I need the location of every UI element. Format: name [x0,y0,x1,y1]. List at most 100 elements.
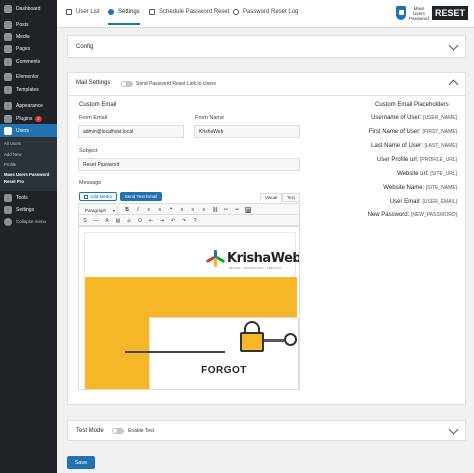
dashboard-icon [4,4,12,13]
plugin-tab-bar: User List Settings Schedule Password Res… [57,0,474,28]
submenu-mass-users-password[interactable]: Mass Users Password [4,172,49,177]
placeholder-row: New Password: [NEW_PASSWORD] [367,212,457,218]
editor-toolbar: Paragraph ▾ B I ≡ ≡ ❝ ≡ ≡ ≡ ⛓ ✂ ═ ▦ [78,203,300,215]
subject-field[interactable]: Reset Password [78,158,300,171]
email-heading: FORGOT [201,365,247,376]
submenu-profile[interactable]: Profile [4,162,16,167]
sidebar-item-pages[interactable]: Pages [0,42,57,55]
placeholder-row: Username of User: [USER_NAME] [371,115,457,121]
from-email-field[interactable]: admin@localhost.local [78,125,184,138]
enable-test-toggle[interactable] [112,428,124,434]
collapse-icon [4,217,12,226]
pin-icon [4,20,12,29]
sidebar-item-users[interactable]: Users [0,124,57,137]
submenu-reset-pro[interactable]: Reset Pro [4,179,24,184]
brush-icon [4,101,12,110]
key-icon [284,333,297,346]
placeholder-row: Website url: [SITE_URL] [397,171,457,177]
placeholder-row: Website Name: [SITE_NAME] [383,185,457,191]
tab-schedule-password-reset[interactable]: Schedule Password Reset [149,9,229,25]
tab-user-list[interactable]: User List [66,9,100,25]
placeholder-row: User Profile url: [PROFILE_URL] [377,157,457,163]
undo-icon[interactable]: ↶ [170,218,176,224]
send-reset-link-label: Send Password Reset Link to Users [136,81,217,87]
submenu-all-users[interactable]: All Users [4,141,21,146]
editor-toolbar-row-2: S — A ▤ ⌀ Ω ⇤ ⇥ ↶ ↷ ? [78,215,300,226]
sidebar-item-templates[interactable]: Templates [0,83,57,96]
subject-label: Subject [79,148,98,154]
sidebar-collapse-menu[interactable]: Collapse menu [0,215,57,228]
krishaweb-logo: KrishaWeb [205,250,299,267]
more-tag-icon[interactable]: ═ [234,207,240,213]
special-char-icon[interactable]: Ω [137,218,143,224]
tab-password-reset-log[interactable]: Password Reset Log [233,9,298,25]
toolbar-toggle-icon[interactable]: ▦ [245,207,251,214]
format-select[interactable]: Paragraph ▾ [82,206,118,214]
align-left-icon[interactable]: ≡ [179,207,185,213]
from-name-field[interactable]: KrishaWeb [194,125,300,138]
add-media-button[interactable]: Add Media [79,192,117,201]
outdent-icon[interactable]: ⇤ [148,218,154,224]
blockquote-icon[interactable]: ❝ [168,207,174,213]
test-mode-title: Test Mode [76,428,104,434]
bold-icon[interactable]: B [124,207,130,213]
italic-icon[interactable]: I [135,207,141,213]
panel-divider [68,95,465,96]
paste-text-icon[interactable]: ▤ [115,218,121,224]
media-icon [4,32,12,41]
chevron-down-icon[interactable] [448,40,459,51]
chevron-up-icon[interactable] [448,79,459,90]
strikethrough-icon[interactable]: S [82,218,88,224]
placeholders-heading: Custom Email Placeholders [375,102,449,108]
plugin-icon [4,114,12,123]
send-reset-link-toggle[interactable] [121,81,133,87]
placeholder-row: Last Name of User: [LAST_NAME] [371,143,457,149]
align-center-icon[interactable]: ≡ [190,207,196,213]
gear-icon [108,9,114,15]
krishaweb-mark-icon [205,250,226,267]
sidebar-item-appearance[interactable]: Appearance [0,99,57,112]
help-icon[interactable]: ? [192,218,198,224]
indent-icon[interactable]: ⇥ [159,218,165,224]
sidebar-item-comments[interactable]: Comments [0,55,57,68]
horizontal-line-icon[interactable]: — [93,218,99,224]
wrench-icon [4,193,12,202]
from-email-label: From Email [79,115,108,121]
link-icon[interactable]: ⛓ [212,207,218,213]
email-template-preview: KrishaWeb DESIGN | TECHNOLOGY | CREATIVE… [84,232,299,389]
tab-visual[interactable]: Visual [260,193,282,202]
config-title: Config [76,44,94,50]
sidebar-item-elementor[interactable]: Elementor [0,70,57,83]
shield-lock-icon [396,6,407,20]
submenu-add-new[interactable]: Add New [4,152,21,157]
elementor-icon [4,72,12,81]
config-panel[interactable]: Config [67,35,466,58]
clear-format-icon[interactable]: ⌀ [126,218,132,224]
page-icon [4,44,12,53]
redo-icon[interactable]: ↷ [181,218,187,224]
test-mode-panel: Test Mode Enable Test [67,420,466,441]
send-test-email-button[interactable]: Send Test Email [120,192,162,201]
users-icon [4,126,12,135]
tab-text[interactable]: Text [282,193,300,202]
text-color-icon[interactable]: A [104,218,110,224]
unlink-icon[interactable]: ✂ [223,207,229,213]
lock-icon [240,332,264,352]
media-icon [84,194,89,199]
enable-test-label: Enable Test [128,428,155,434]
sidebar-item-dashboard[interactable]: Dashboard [0,2,57,15]
chevron-down-icon[interactable] [448,424,459,435]
bullet-list-icon[interactable]: ≡ [146,207,152,213]
email-editor-canvas[interactable]: KrishaWeb DESIGN | TECHNOLOGY | CREATIVE… [78,226,300,390]
calendar-icon [149,9,155,15]
align-right-icon[interactable]: ≡ [201,207,207,213]
clock-icon [233,9,239,15]
tab-settings[interactable]: Settings [108,9,140,25]
krishaweb-tagline: DESIGN | TECHNOLOGY | CREATIVE [229,267,282,270]
mail-settings-title: Mail Settings [76,80,111,86]
comment-icon [4,57,12,66]
from-name-label: From Name [195,115,225,121]
save-button[interactable]: Save [67,456,95,469]
custom-email-heading: Custom Email [79,102,117,108]
numbered-list-icon[interactable]: ≡ [157,207,163,213]
